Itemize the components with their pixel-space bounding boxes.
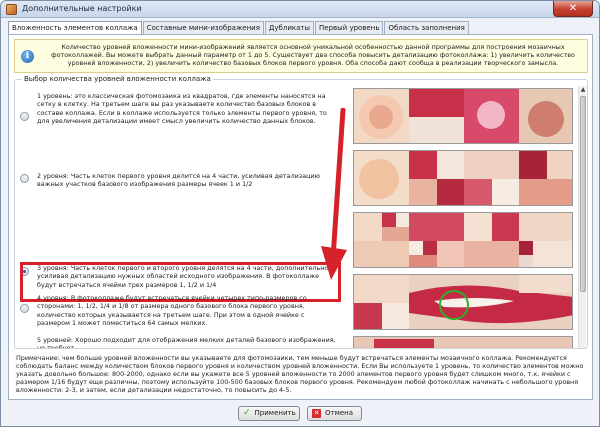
level-4-preview	[353, 274, 573, 330]
level-option-5[interactable]: 5 уровней: Хорошо подходит для отображен…	[20, 336, 338, 348]
settings-window: Дополнительные настройки ✕ Вложенность э…	[0, 0, 600, 427]
level-1-preview	[353, 88, 573, 144]
tab-duplicates[interactable]: Дубликаты	[264, 21, 314, 34]
level-4-text: 4 уровня: В фотоколлаже будут встречатьс…	[37, 294, 307, 327]
nesting-level-group: Выбор количества уровней вложенности кол…	[14, 75, 588, 349]
level-1-collage	[354, 89, 572, 143]
level-4-collage	[354, 275, 572, 329]
check-icon: ✓	[243, 408, 251, 418]
cancel-icon: ✕	[312, 409, 321, 418]
tab-first-level[interactable]: Первый уровень	[315, 21, 384, 34]
level-3-collage	[354, 213, 572, 267]
note-text: Примечание: чем больше уровней вложеннос…	[16, 354, 584, 395]
level-4-radio[interactable]	[20, 304, 29, 313]
info-box: i Количество уровней вложенности мини-из…	[14, 39, 588, 73]
apply-button[interactable]: ✓ Применить	[238, 406, 300, 421]
group-title: Выбор количества уровней вложенности кол…	[22, 75, 213, 83]
window-title: Дополнительные настройки	[22, 4, 142, 13]
tab-nesting[interactable]: Вложенность элементов коллажа	[8, 21, 142, 35]
vertical-scrollbar[interactable]: ▲	[578, 86, 586, 348]
cancel-label: Отмена	[325, 409, 354, 417]
level-option-2[interactable]: 2 уровня: Часть клеток первого уровня де…	[20, 154, 338, 210]
level-2-text: 2 уровня: Часть клеток первого уровня де…	[37, 172, 320, 189]
title-bar: Дополнительные настройки ✕	[1, 1, 599, 18]
level-1-text: 1 уровень: это классическая фотомозаика …	[37, 92, 327, 125]
level-2-collage	[354, 151, 572, 205]
level-2-radio[interactable]	[20, 174, 29, 183]
info-icon: i	[21, 50, 34, 63]
cancel-button[interactable]: ✕ Отмена	[307, 406, 362, 421]
tab-panel: i Количество уровней вложенности мини-из…	[8, 34, 593, 400]
level-5-preview	[353, 336, 573, 348]
level-5-collage	[354, 337, 572, 348]
tab-bar: Вложенность элементов коллажа Составные …	[8, 21, 470, 35]
info-text: Количество уровней вложенности мини-изоб…	[51, 43, 575, 68]
scroll-up-icon[interactable]: ▲	[579, 86, 587, 94]
apply-label: Применить	[254, 409, 296, 417]
level-option-4[interactable]: 4 уровня: В фотоколлаже будут встречатьс…	[20, 276, 338, 332]
level-option-1[interactable]: 1 уровень: это классическая фотомозаика …	[20, 92, 338, 148]
level-5-text: 5 уровней: Хорошо подходит для отображен…	[37, 336, 336, 348]
level-1-radio[interactable]	[20, 112, 29, 121]
tab-fill-area[interactable]: Область заполнения	[384, 21, 469, 34]
level-2-preview	[353, 150, 573, 206]
close-button[interactable]: ✕	[553, 1, 593, 17]
app-icon	[6, 4, 17, 15]
scroll-thumb[interactable]	[580, 96, 586, 292]
tab-composite-images[interactable]: Составные мини-изображения	[142, 21, 264, 34]
level-3-preview	[353, 212, 573, 268]
red-arrow-icon	[321, 108, 347, 280]
options-scroll-area[interactable]: 1 уровень: это классическая фотомозаика …	[16, 86, 578, 348]
